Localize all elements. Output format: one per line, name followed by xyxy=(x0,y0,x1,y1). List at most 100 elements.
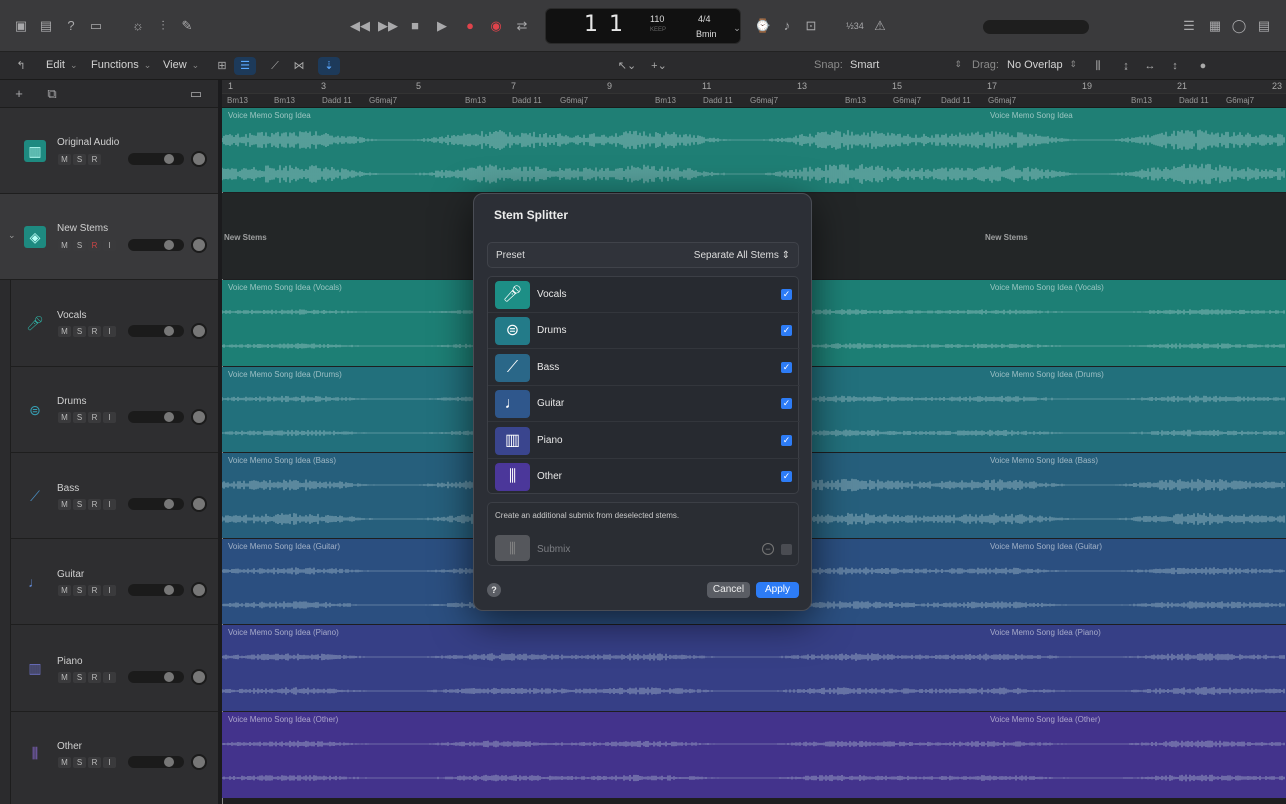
solo-button[interactable]: S xyxy=(73,240,86,251)
mute-button[interactable]: M xyxy=(58,499,71,510)
toolbar-icon[interactable]: ▭ xyxy=(87,17,105,35)
rewind-icon[interactable]: ◀◀ xyxy=(350,17,370,35)
submix-checkbox[interactable] xyxy=(781,544,792,555)
list-view-icon[interactable]: ☰ xyxy=(234,57,256,75)
grid-icon[interactable]: ⊞ xyxy=(211,57,233,75)
mute-button[interactable]: M xyxy=(58,240,71,251)
stem-row-vocals[interactable]: 🎤︎ Vocals ✓ xyxy=(488,277,800,313)
pan-knob[interactable] xyxy=(191,496,207,512)
track-vocals[interactable]: 🎤︎ Vocals MSRI xyxy=(10,280,218,367)
view-menu[interactable]: View ⌄ xyxy=(163,59,199,71)
pan-knob[interactable] xyxy=(191,669,207,685)
add-track-icon[interactable]: + xyxy=(10,85,28,103)
lcd-display[interactable]: 1 1 110 KEEP 4/4 Bmin ⌄ xyxy=(545,8,741,44)
apply-button[interactable]: Apply xyxy=(756,582,799,598)
notepad-icon[interactable]: ▦ xyxy=(1206,17,1224,35)
mute-button[interactable]: M xyxy=(58,757,71,768)
region-original-audio[interactable]: Voice Memo Song Idea Voice Memo Song Ide… xyxy=(222,108,1286,192)
catch-icon[interactable]: ⇣ xyxy=(318,57,340,75)
stem-checkbox[interactable]: ✓ xyxy=(781,435,792,446)
record-icon[interactable]: ● xyxy=(461,17,479,35)
metronome-icon[interactable]: ♪ xyxy=(778,17,796,35)
inspector-icon[interactable]: ▤ xyxy=(37,17,55,35)
stop-icon[interactable]: ■ xyxy=(406,17,424,35)
stem-row-piano[interactable]: ▥ Piano ✓ xyxy=(488,423,800,459)
mute-button[interactable]: M xyxy=(58,585,71,596)
volume-fader[interactable] xyxy=(128,671,184,683)
record-enable-button[interactable]: R xyxy=(88,585,101,596)
solo-button[interactable]: S xyxy=(73,499,86,510)
stem-checkbox[interactable]: ✓ xyxy=(781,289,792,300)
pan-knob[interactable] xyxy=(191,151,207,167)
input-monitor-button[interactable]: I xyxy=(103,326,116,337)
secondary-tool-icon[interactable]: +⌄ xyxy=(646,57,672,75)
stem-checkbox[interactable]: ✓ xyxy=(781,325,792,336)
duplicate-track-icon[interactable]: ⧉ xyxy=(43,85,61,103)
input-monitor-button[interactable]: I xyxy=(103,240,116,251)
track-guitar[interactable]: ♩ Guitar MSRI xyxy=(10,539,218,625)
input-monitor-button[interactable]: I xyxy=(103,757,116,768)
pointer-tool-icon[interactable]: ↖⌄ xyxy=(614,57,640,75)
edit-menu[interactable]: Edit ⌄ xyxy=(46,59,78,71)
input-monitor-button[interactable]: I xyxy=(103,585,116,596)
global-tracks-icon[interactable]: ▭ xyxy=(187,85,205,103)
record-enable-button[interactable]: R xyxy=(88,240,101,251)
solo-button[interactable]: S xyxy=(73,672,86,683)
editors-icon[interactable]: ✎ xyxy=(178,17,196,35)
record-enable-button[interactable]: R xyxy=(88,757,101,768)
zoom-dot-icon[interactable]: ● xyxy=(1192,57,1214,75)
capture-record-icon[interactable]: ◉ xyxy=(487,17,505,35)
library-icon[interactable]: ▣ xyxy=(12,17,30,35)
stem-checkbox[interactable]: ✓ xyxy=(781,362,792,373)
functions-menu[interactable]: Functions ⌄ xyxy=(91,59,151,71)
waveform-zoom-icon[interactable]: ⫼ xyxy=(1087,57,1109,75)
stem-checkbox[interactable]: ✓ xyxy=(781,471,792,482)
input-monitor-button[interactable]: I xyxy=(103,412,116,423)
mute-button[interactable]: M xyxy=(58,326,71,337)
track-other[interactable]: ⫼ Other MSRI xyxy=(10,712,218,804)
record-enable-button[interactable]: R xyxy=(88,412,101,423)
solo-button[interactable]: S xyxy=(73,154,86,165)
mute-button[interactable]: M xyxy=(58,154,71,165)
help-button[interactable]: ? xyxy=(487,583,501,597)
disclosure-chevron-icon[interactable]: ⌄ xyxy=(8,230,16,241)
fast-forward-icon[interactable]: ▶▶ xyxy=(378,17,398,35)
input-monitor-button[interactable]: I xyxy=(103,499,116,510)
volume-fader[interactable] xyxy=(128,411,184,423)
tuner-icon[interactable]: ⚠ xyxy=(871,17,889,35)
loops-icon[interactable]: ◯ xyxy=(1230,17,1248,35)
track-height-icon[interactable]: ↕ xyxy=(1164,57,1186,75)
flex-icon[interactable]: ⋈ xyxy=(288,57,310,75)
volume-fader[interactable] xyxy=(128,325,184,337)
volume-fader[interactable] xyxy=(128,756,184,768)
help-icon[interactable]: ? xyxy=(62,17,80,35)
volume-fader[interactable] xyxy=(128,584,184,596)
back-icon[interactable]: ↰ xyxy=(10,57,32,75)
chevron-down-icon[interactable]: ⌄ xyxy=(728,19,746,37)
track-piano[interactable]: ▥ Piano MSRI xyxy=(10,625,218,712)
pan-knob[interactable] xyxy=(191,754,207,770)
stem-row-guitar[interactable]: ♩ Guitar ✓ xyxy=(488,386,800,422)
stem-row-drums[interactable]: ⊜ Drums ✓ xyxy=(488,313,800,349)
vertical-zoom-icon[interactable]: ↨ xyxy=(1115,57,1137,75)
smart-controls-icon[interactable]: ☼ xyxy=(129,17,147,35)
replace-icon[interactable]: ⊡ xyxy=(802,17,820,35)
master-volume-slider[interactable] xyxy=(983,20,1089,34)
horizontal-zoom-icon[interactable]: ↔ xyxy=(1139,57,1161,75)
preset-popup[interactable]: Preset Separate All Stems ⇕ xyxy=(487,242,799,268)
bar-ruler[interactable]: 1 3 5 7 9 11 13 15 17 19 21 23 xyxy=(222,80,1286,94)
track-new-stems[interactable]: ⌄ ◈ New Stems MSRI xyxy=(0,194,218,280)
track-drums[interactable]: ⊜ Drums MSRI xyxy=(10,367,218,453)
volume-fader[interactable] xyxy=(128,498,184,510)
stem-row-bass[interactable]: ⟋ Bass ✓ xyxy=(488,350,800,386)
solo-button[interactable]: S xyxy=(73,757,86,768)
solo-button[interactable]: S xyxy=(73,585,86,596)
volume-fader[interactable] xyxy=(128,239,184,251)
pan-knob[interactable] xyxy=(191,323,207,339)
snap-select[interactable]: Smart ⇕ xyxy=(850,59,962,71)
pan-knob[interactable] xyxy=(191,237,207,253)
input-monitor-button[interactable]: I xyxy=(103,672,116,683)
cycle-icon[interactable]: ⇄ xyxy=(513,17,531,35)
list-editors-icon[interactable]: ☰ xyxy=(1180,17,1198,35)
record-enable-button[interactable]: R xyxy=(88,672,101,683)
